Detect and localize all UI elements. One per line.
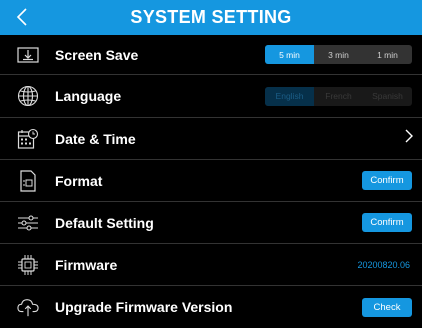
option-3-min[interactable]: 3 min — [314, 45, 363, 64]
default-setting-confirm-button[interactable]: Confirm — [362, 213, 412, 232]
file-icon — [17, 169, 39, 192]
download-icon — [17, 44, 39, 66]
option-french[interactable]: French — [314, 87, 363, 106]
chevron-right-icon — [404, 128, 414, 149]
row-date-time[interactable]: Date & Time — [0, 118, 422, 160]
sliders-icon — [17, 212, 39, 234]
row-firmware: Firmware 20200820.06 — [0, 244, 422, 286]
row-language: Language English French Spanish — [0, 75, 422, 118]
row-default-setting: Default Setting Confirm — [0, 202, 422, 244]
upgrade-firmware-label: Upgrade Firmware Version — [55, 299, 233, 315]
language-label: Language — [55, 88, 122, 104]
row-upgrade-firmware: Upgrade Firmware Version Check — [0, 286, 422, 328]
chip-icon — [17, 254, 39, 276]
screen-save-selector: 5 min 3 min 1 min — [265, 45, 412, 64]
date-time-label: Date & Time — [55, 130, 136, 147]
row-screen-save: Screen Save 5 min 3 min 1 min — [0, 35, 422, 75]
firmware-label: Firmware — [55, 256, 118, 273]
page-title: SYSTEM SETTING — [130, 7, 292, 27]
row-format: Format Confirm — [0, 160, 422, 202]
globe-icon — [17, 85, 39, 107]
cloud-upload-icon — [17, 296, 39, 318]
format-label: Format — [55, 172, 103, 189]
back-chevron-icon — [16, 8, 27, 26]
language-selector: English French Spanish — [265, 86, 412, 106]
screen-save-label: Screen Save — [55, 46, 139, 63]
option-english[interactable]: English — [265, 86, 314, 106]
calendar-clock-icon — [17, 128, 39, 150]
header: SYSTEM SETTING — [0, 0, 422, 35]
firmware-version-value: 20200820.06 — [357, 259, 410, 270]
option-5-min[interactable]: 5 min — [265, 45, 314, 64]
back-button[interactable] — [12, 5, 32, 29]
format-confirm-button[interactable]: Confirm — [362, 171, 412, 190]
option-1-min[interactable]: 1 min — [363, 45, 412, 64]
check-button[interactable]: Check — [362, 297, 412, 317]
default-setting-label: Default Setting — [55, 214, 154, 231]
option-spanish[interactable]: Spanish — [363, 87, 412, 106]
